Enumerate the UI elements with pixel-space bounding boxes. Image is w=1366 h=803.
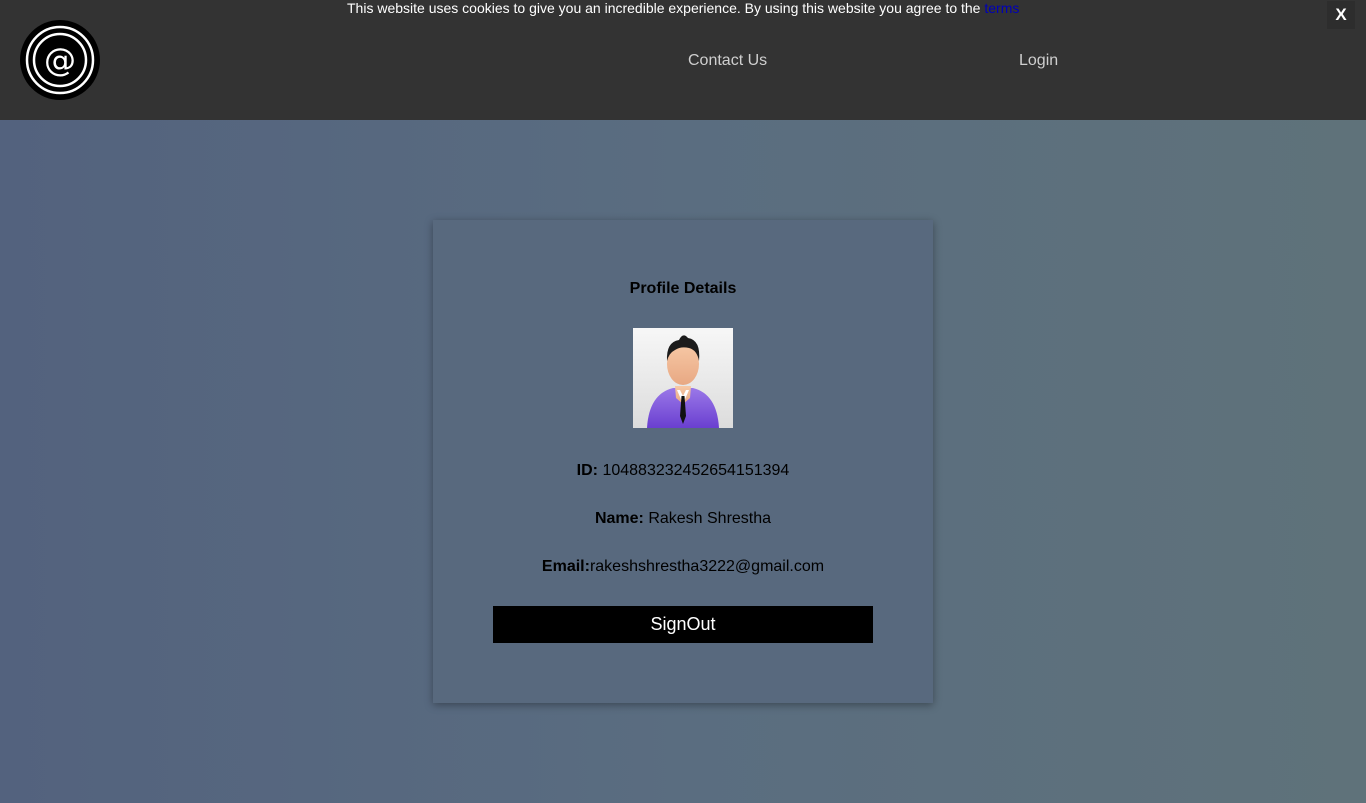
id-value: 104883232452654151394	[602, 462, 790, 479]
svg-text:@: @	[44, 41, 76, 79]
email-label: Email:	[541, 558, 590, 575]
nav-login[interactable]: Login	[1019, 51, 1058, 71]
top-navbar: This website uses cookies to give you an…	[0, 0, 1366, 120]
signout-button[interactable]: SignOut	[493, 606, 873, 643]
at-sign-logo-icon[interactable]: @	[20, 20, 100, 100]
user-avatar-icon	[633, 328, 733, 428]
profile-title: Profile Details	[629, 280, 737, 297]
name-label: Name:	[594, 510, 644, 527]
profile-email: Email:rakeshshrestha3222@gmail.com	[433, 558, 933, 576]
cookie-close-button[interactable]: X	[1327, 1, 1355, 29]
cookie-terms-link[interactable]: terms	[984, 0, 1019, 16]
email-value: rakeshshrestha3222@gmail.com	[589, 558, 825, 575]
id-label: ID:	[576, 462, 598, 479]
cookie-message: This website uses cookies to give you an…	[347, 0, 985, 16]
profile-id: ID: 104883232452654151394	[433, 462, 933, 480]
profile-name: Name: Rakesh Shrestha	[433, 510, 933, 528]
nav-contact-us[interactable]: Contact Us	[688, 51, 767, 71]
profile-card: Profile Details ID: 10488323245265415139…	[433, 220, 933, 703]
cookie-banner: This website uses cookies to give you an…	[347, 0, 1019, 16]
name-value: Rakesh Shrestha	[648, 510, 772, 527]
